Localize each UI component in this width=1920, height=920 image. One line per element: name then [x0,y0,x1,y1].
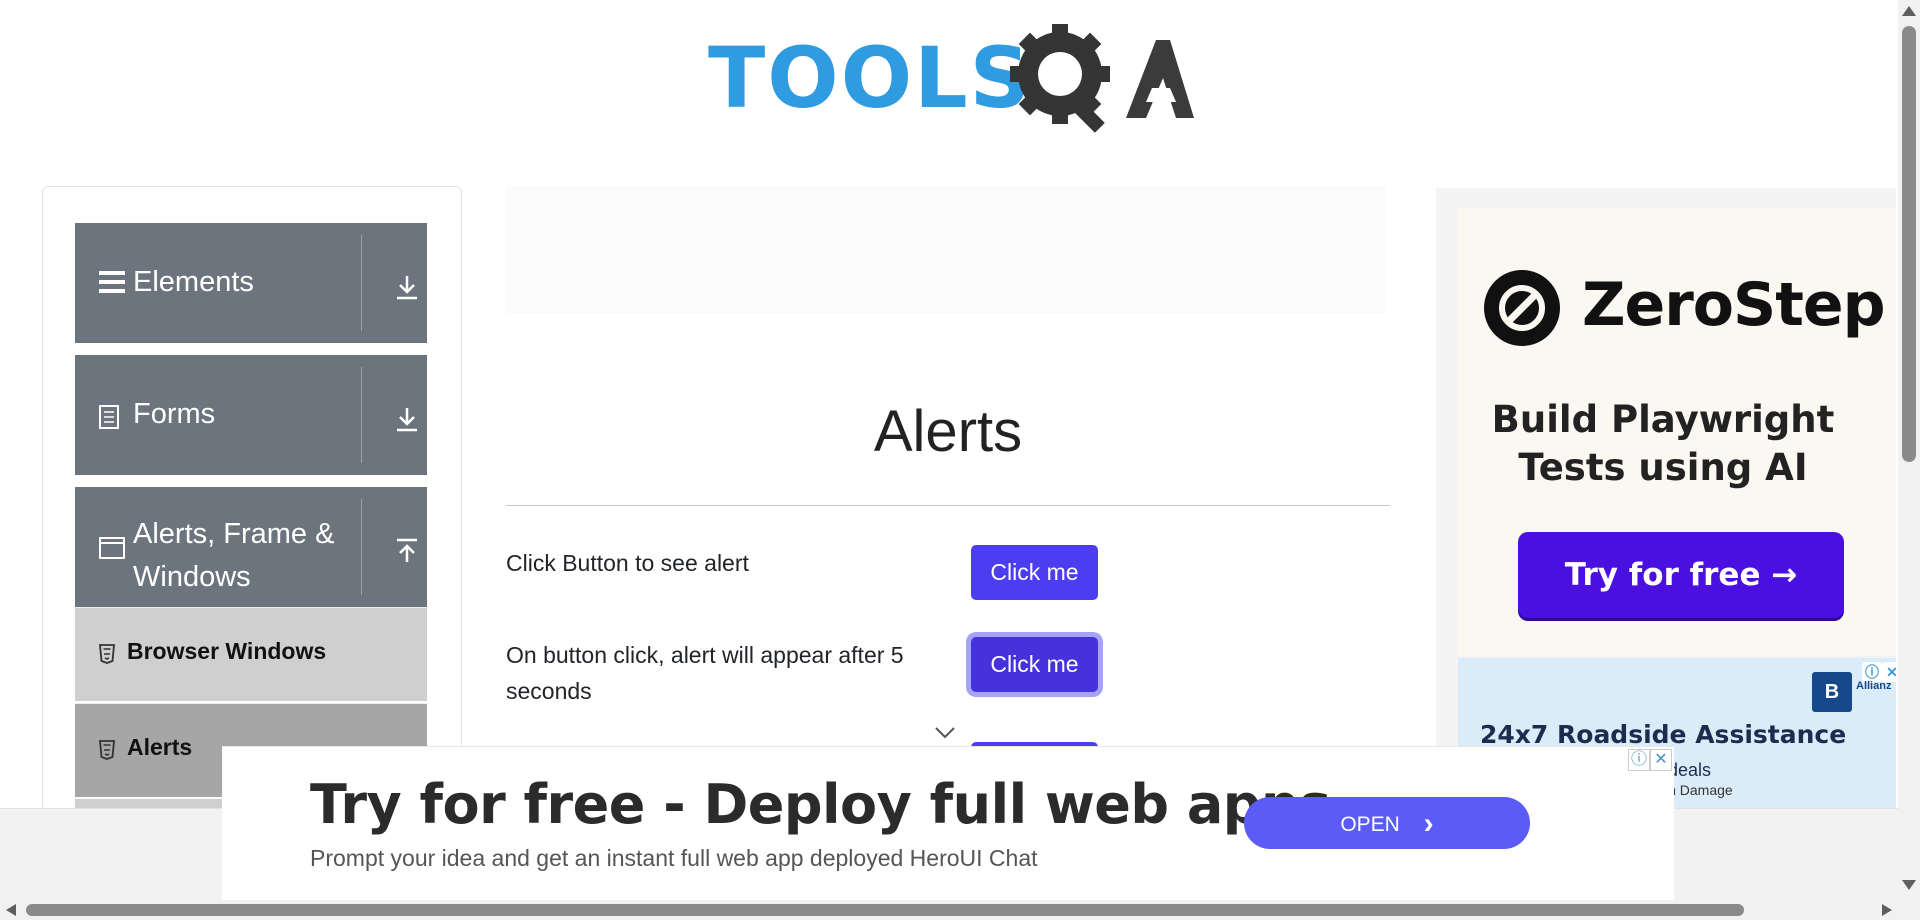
hamburger-icon [99,271,125,293]
ad-info-icon[interactable]: ⓘ [1628,749,1650,771]
page-title: Alerts [873,399,1023,464]
title-divider [506,505,1390,506]
scroll-right-arrow-icon[interactable] [1882,904,1892,916]
open-button[interactable]: OPEN › [1244,797,1530,849]
sidebar-group-elements[interactable]: Elements [75,223,427,343]
alert-button[interactable]: Click me [971,545,1098,600]
zerostep-logo-icon [1484,270,1560,346]
document-icon [99,405,119,429]
sidebar: Elements Forms Alerts, Frame & Windows B… [42,186,462,828]
vertical-scrollbar[interactable] [1898,0,1920,900]
zerostep-headline: Build Playwright Tests using AI [1458,396,1868,492]
divider [361,499,362,595]
scroll-down-arrow-icon[interactable] [1902,880,1916,890]
sidebar-item-label: Browser Windows [127,638,327,664]
insurance-ad-title: 24x7 Roadside Assistance [1480,720,1847,749]
sidebar-group-forms[interactable]: Forms [75,355,427,475]
alert-row-label: Click Button to see alert [506,550,749,576]
ad-close-icon[interactable]: ✕ [1882,662,1896,682]
gear-magnifier-icon [1010,24,1194,133]
download-arrow-icon[interactable] [393,273,421,301]
timer-alert-button[interactable]: Click me [971,637,1098,692]
upload-arrow-icon[interactable] [393,537,421,565]
vertical-scroll-thumb[interactable] [1902,26,1916,462]
logo-tools-text: TOOLS [708,29,1033,127]
banner-placeholder [506,186,1386,314]
download-arrow-icon[interactable] [393,405,421,433]
insurer-partner: Allianz [1856,680,1892,692]
toolsqa-logo[interactable]: TOOLS [708,22,1194,134]
ad-info-icon[interactable]: ⓘ [1862,662,1882,682]
try-for-free-button[interactable]: Try for free → [1518,532,1844,618]
horizontal-scroll-thumb[interactable] [26,904,1744,916]
html5-icon [99,740,115,760]
chevron-right-icon: › [1423,807,1434,840]
horizontal-scrollbar[interactable] [0,900,1920,920]
bottom-sticky-ad[interactable]: ⓘ ✕ Try for free - Deploy full web apps … [222,746,1674,901]
scroll-left-arrow-icon[interactable] [6,904,16,916]
timer-alert-row-label-line2: seconds [506,678,592,704]
zerostep-brand: ZeroStep [1582,270,1886,340]
zerostep-headline-line2: Tests using AI [1518,446,1808,489]
zerostep-headline-line1: Build Playwright [1491,398,1835,441]
sidebar-group-label-line2: Windows [133,561,251,593]
scroll-up-arrow-icon[interactable] [1902,6,1916,16]
divider [361,367,362,463]
sidebar-group-label: Alerts, Frame & [133,518,335,550]
sidebar-group-label: Forms [133,398,216,430]
html5-icon [99,644,115,664]
sidebar-item-browser-windows[interactable]: Browser Windows [75,607,427,701]
open-button-label: OPEN [1340,813,1400,836]
ad-close-icon[interactable]: ✕ [1650,749,1672,771]
bottom-ad-subtext: Prompt your idea and get an instant full… [310,845,1038,871]
divider [361,235,362,331]
insurer-logo: B [1812,672,1852,712]
window-icon [99,537,125,559]
timer-alert-row-label: On button click, alert will appear after… [506,642,904,668]
zerostep-ad[interactable]: ZeroStep Build Playwright Tests using AI… [1458,208,1896,656]
sidebar-item-label: Alerts [127,734,193,760]
chevron-down-icon[interactable] [934,726,956,740]
sidebar-group-label: Elements [133,266,254,298]
bottom-ad-headline: Try for free - Deploy full web apps [310,773,1331,836]
sidebar-group-alerts-frame-windows[interactable]: Alerts, Frame & Windows [75,487,427,607]
